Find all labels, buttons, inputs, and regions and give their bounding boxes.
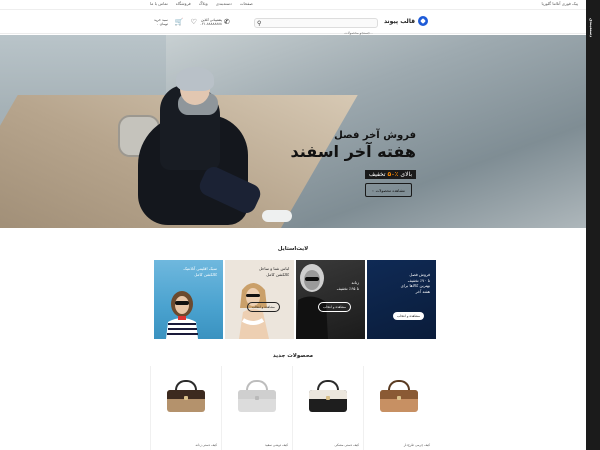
card-model-illustration	[166, 291, 198, 339]
site-header: سبد خرید ۰ تومان 🛒 ♡ پشتیبانی آنلاین ۰۲۱…	[0, 10, 586, 37]
product-name[interactable]: کیف دستی مشکی	[335, 443, 359, 447]
product-card[interactable]: کیف دوشی سفید	[221, 366, 292, 450]
top-link[interactable]: فروشگاه	[176, 1, 191, 6]
lookbook-card[interactable]: سبک اقلیمی آتلانتیک کالکشن کامل	[154, 260, 223, 339]
lookbook-title: لایت‌استایل	[277, 246, 309, 252]
heart-icon[interactable]: ♡	[191, 18, 197, 26]
product-image	[305, 380, 351, 414]
hero-badge-text: تخفیف	[368, 171, 386, 178]
card-text: زنانه تا ۶۵٪ تخفیف	[336, 280, 359, 291]
product-image	[376, 380, 422, 414]
product-image	[234, 380, 280, 414]
bag-clasp	[326, 396, 330, 400]
top-link[interactable]: دسته‌بندی	[216, 1, 232, 6]
bag-clasp	[397, 396, 401, 400]
cart-total: ۰ تومان	[156, 22, 168, 26]
hero-title: هفته آخر اسفند	[290, 142, 416, 161]
card-button[interactable]: مشاهده و انتخاب	[247, 302, 280, 312]
cart-info[interactable]: سبد خرید ۰ تومان	[154, 18, 168, 26]
lookbook-card[interactable]: زنانه تا ۶۵٪ تخفیف مشاهده و انتخاب	[296, 260, 365, 339]
product-image	[163, 380, 209, 414]
top-link[interactable]: تماس با ما	[150, 1, 168, 6]
hero-badge: بالای ٪۵۰ تخفیف	[364, 170, 416, 179]
chevron-left-icon: ‹	[372, 187, 374, 193]
sidebar-label: دسته‌بندی	[589, 18, 594, 38]
card-button[interactable]: مشاهده و انتخاب	[393, 312, 424, 320]
card-button[interactable]: مشاهده و انتخاب	[318, 302, 351, 312]
products-row: کیف دستی زنانه کیف دوشی سفید کیف دستی مش…	[150, 366, 435, 450]
product-name[interactable]: کیف دوشی سفید	[265, 443, 288, 447]
bag-clasp	[255, 396, 259, 400]
hero-subtitle: فروش آخر فصل	[334, 130, 416, 141]
right-sidebar[interactable]: دسته‌بندی	[586, 0, 600, 450]
hero-banner: فروش آخر فصل هفته آخر اسفند بالای ٪۵۰ تخ…	[0, 35, 586, 228]
logo[interactable]: قالب پیوند	[384, 16, 428, 26]
lookbook-card[interactable]: لباس شنا و ساحل کالکشن کامل	[225, 260, 294, 339]
lookbook-cards: سبک اقلیمی آتلانتیک کالکشن کامل لباس شنا…	[154, 260, 437, 339]
hero-cta-button[interactable]: ‹ مشاهده محصولات	[365, 183, 412, 197]
support-box: پشتیبانی آنلاین ۰۲۱-۸۸۸۸۸۸۸۸ ✆	[200, 18, 230, 26]
card-text: لباس شنا و ساحل کالکشن کامل	[258, 266, 289, 277]
bag-clasp	[184, 396, 188, 400]
search-icon[interactable]: ⚲	[257, 20, 261, 27]
top-links: تماس با ما فروشگاه وبلاگ دسته‌بندی صفحات	[150, 1, 253, 6]
top-link[interactable]: صفحات	[240, 1, 253, 6]
product-card[interactable]: کیف دستی زنانه	[150, 366, 221, 450]
product-name[interactable]: کیف چرمی طرح‌دار	[404, 443, 430, 447]
logo-mark-icon	[418, 16, 428, 26]
product-name[interactable]: کیف دستی زنانه	[195, 443, 217, 447]
hero-badge-pct: ٪۵۰	[387, 171, 399, 178]
top-bar-text: پیک فوری آتلانتا گلوریا	[541, 1, 578, 6]
logo-text: قالب پیوند	[383, 17, 415, 25]
card-model-illustration	[296, 264, 328, 339]
header-icons: سبد خرید ۰ تومان 🛒 ♡	[154, 18, 197, 26]
products-title: محصولات جدید	[272, 353, 314, 359]
hero-cta-label: مشاهده محصولات	[375, 187, 405, 193]
product-card[interactable]: کیف دستی مشکی	[292, 366, 363, 450]
hero-person-hat	[176, 67, 214, 91]
top-bar: تماس با ما فروشگاه وبلاگ دسته‌بندی صفحات…	[0, 0, 586, 10]
hero-text: فروش آخر فصل هفته آخر اسفند بالای ٪۵۰ تخ…	[291, 130, 416, 180]
lookbook-card[interactable]: فروش فصل تا ۷۰٪ تخفیف بهترین کالاها برای…	[367, 260, 436, 339]
hero-badge-prefix: بالای	[400, 171, 412, 178]
hero-person-shoe	[262, 210, 292, 222]
top-link[interactable]: وبلاگ	[199, 1, 208, 6]
product-card[interactable]: کیف چرمی طرح‌دار	[363, 366, 434, 450]
search-box: ⚲	[254, 18, 378, 37]
cart-icon[interactable]: 🛒	[175, 18, 184, 26]
card-text: فروش فصل تا ۷۰٪ تخفیف بهترین کالاها برای…	[400, 272, 430, 294]
phone-icon: ✆	[223, 18, 230, 26]
support-phone: ۰۲۱-۸۸۸۸۸۸۸۸	[200, 22, 222, 26]
